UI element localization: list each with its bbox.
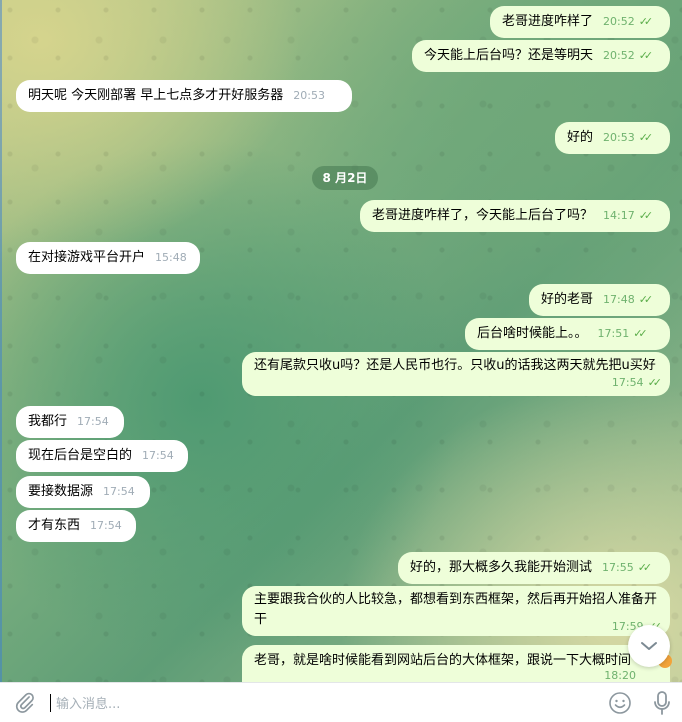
message-text: 主要跟我合伙的人比较急，都想看到东西框架，然后再开始招人准备开干	[254, 592, 658, 627]
message-time: 20:53	[293, 89, 325, 102]
message-time: 17:48	[603, 293, 635, 306]
date-separator: 8 月2日	[312, 166, 378, 190]
message-text: 才有东西	[28, 518, 81, 533]
message-text: 后台啥时候能上。。	[477, 326, 588, 341]
message-text: 在对接游戏平台开户	[28, 250, 146, 265]
message-bubble-incoming[interactable]: 在对接游戏平台开户 15:48	[16, 242, 200, 274]
message-bubble-outgoing[interactable]: 主要跟我合伙的人比较急，都想看到东西框架，然后再开始招人准备开干 17:59✓✓	[242, 586, 670, 636]
message-bubble-incoming[interactable]: 要接数据源 17:54	[16, 476, 150, 508]
message-text: 今天能上后台吗？还是等明天	[424, 48, 594, 63]
message-text: 老哥，就是啥时候能看到网站后台的大体框架，跟说一下大概时间	[254, 653, 632, 668]
double-check-icon: ✓✓	[638, 131, 654, 144]
smiley-icon[interactable]	[608, 691, 632, 715]
text-cursor	[50, 694, 51, 712]
message-text: 好的，那大概多久我能开始测试	[410, 560, 593, 575]
message-text: 还有尾款只收u吗？还是人民币也行。只收u的话我这两天就先把u买好	[254, 358, 656, 373]
window-edge	[0, 0, 2, 682]
message-bubble-outgoing[interactable]: 好的老哥 17:48 ✓✓	[529, 284, 670, 316]
double-check-icon: ✓✓	[638, 49, 654, 62]
message-bubble-outgoing[interactable]: 老哥进度咋样了 20:52 ✓✓	[490, 6, 670, 38]
double-check-icon: ✓✓	[638, 15, 654, 28]
message-text: 老哥进度咋样了，今天能上后台了吗？	[372, 208, 594, 223]
message-time: 17:54	[103, 485, 135, 498]
message-bubble-outgoing[interactable]: 后台啥时候能上。。 17:51 ✓✓	[465, 318, 670, 350]
message-bubble-outgoing[interactable]: 好的 20:53 ✓✓	[555, 122, 670, 154]
message-time: 17:54	[142, 449, 174, 462]
message-bubble-outgoing[interactable]: 还有尾款只收u吗？还是人民币也行。只收u的话我这两天就先把u买好 17:54 ✓✓	[242, 352, 670, 396]
message-bubble-incoming[interactable]: 现在后台是空白的 17:54	[16, 440, 188, 472]
message-bubble-outgoing[interactable]: 老哥，就是啥时候能看到网站后台的大体框架，跟说一下大概时间 18:20	[242, 645, 670, 682]
paperclip-icon[interactable]	[14, 691, 36, 713]
message-bubble-outgoing[interactable]: 今天能上后台吗？还是等明天 20:52 ✓✓	[412, 40, 670, 72]
chevron-down-icon	[641, 642, 657, 650]
message-text: 好的	[567, 130, 594, 145]
message-bubble-incoming[interactable]: 我都行 17:54	[16, 406, 124, 438]
message-bubble-incoming[interactable]: 才有东西 17:54	[16, 510, 136, 542]
message-bubble-incoming[interactable]: 明天呢 今天刚部署 早上七点多才开好服务器 20:53	[16, 80, 352, 112]
message-text: 好的老哥	[541, 292, 594, 307]
message-text: 明天呢 今天刚部署 早上七点多才开好服务器	[28, 88, 284, 103]
message-time: 17:54	[77, 415, 109, 428]
message-input[interactable]	[54, 692, 578, 716]
message-text: 现在后台是空白的	[28, 448, 133, 463]
message-time: 17:54	[611, 376, 644, 389]
scroll-to-bottom-button[interactable]	[628, 625, 670, 667]
double-check-icon: ✓✓	[638, 293, 654, 306]
double-check-icon: ✓✓	[647, 376, 663, 389]
message-composer	[0, 682, 682, 722]
double-check-icon: ✓✓	[637, 561, 653, 574]
message-time: 14:17	[603, 209, 635, 222]
message-text: 要接数据源	[28, 484, 94, 499]
message-time: 20:52	[603, 49, 635, 62]
message-time: 20:52	[603, 15, 635, 28]
double-check-icon: ✓✓	[633, 327, 648, 340]
microphone-icon[interactable]	[652, 690, 672, 716]
message-time: 18:20	[604, 669, 636, 682]
message-bubble-outgoing[interactable]: 好的，那大概多久我能开始测试 17:55 ✓✓	[398, 552, 670, 584]
message-text: 我都行	[28, 414, 68, 429]
double-check-icon: ✓✓	[638, 209, 654, 222]
message-text: 老哥进度咋样了	[502, 14, 594, 29]
message-time: 15:48	[155, 251, 187, 264]
message-bubble-outgoing[interactable]: 老哥进度咋样了，今天能上后台了吗？ 14:17 ✓✓	[360, 200, 670, 232]
message-time: 17:54	[90, 519, 122, 532]
message-time: 17:51	[597, 327, 630, 340]
message-time: 17:55	[602, 561, 634, 574]
message-time: 20:53	[603, 131, 635, 144]
